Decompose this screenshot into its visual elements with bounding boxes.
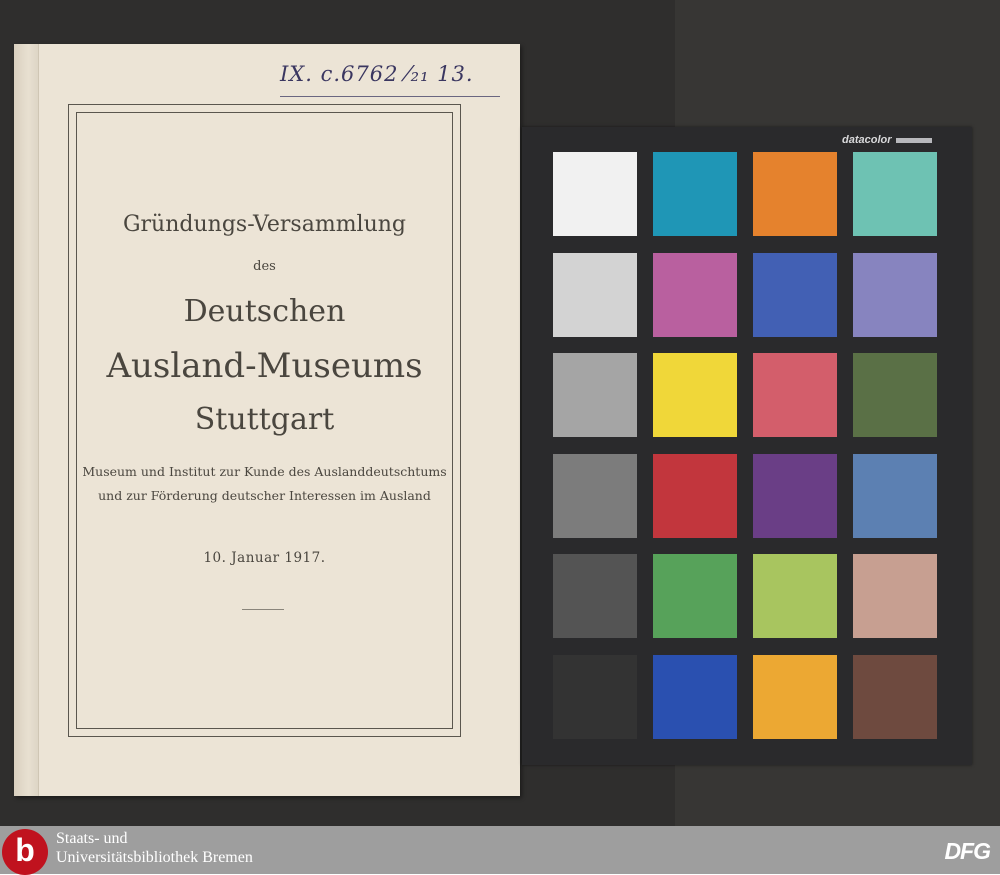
color-patch-r1-c3 [753,152,837,236]
color-patch-r5-c3 [753,554,837,638]
footer-bar: b Staats- und Universitätsbibliothek Bre… [0,826,1000,875]
color-patch-r4-c3 [753,453,837,538]
datacolor-bar-icon [895,137,932,143]
title-line-ausland-museums: Ausland-Museums [106,346,423,386]
color-patch-r4-c1 [553,453,637,538]
color-patch-r6-c2 [653,654,737,739]
datacolor-label: datacolor [842,134,892,146]
color-patch-r2-c3 [753,252,837,337]
color-patch-r5-c1 [553,554,637,638]
title-line-gruendungs: Gründungs-Versammlung [122,212,407,237]
decorative-rule [242,609,284,610]
color-patch-r3-c1 [553,353,637,437]
color-patch-r3-c3 [753,353,837,437]
title-line-des: des [253,259,276,274]
color-patch-r5-c4 [853,554,937,638]
color-patch-r1-c2 [653,152,737,236]
library-logo-icon: b [2,829,48,875]
color-patch-r1-c4 [853,152,937,236]
color-patch-r3-c2 [653,353,737,437]
color-patch-r2-c4 [853,252,937,337]
subtitle-line-1: Museum und Institut zur Kunde des Auslan… [82,464,447,479]
subtitle-line-2: und zur Förderung deutscher Interessen i… [98,488,431,503]
booklet-spine [14,44,39,796]
color-patch-r2-c1 [553,252,637,337]
library-name-line2: Universitätsbibliothek Bremen [56,849,253,866]
datacolor-logo: datacolor [842,133,932,147]
title-line-stuttgart: Stuttgart [194,402,335,437]
library-name-line1: Staats- und [56,830,128,847]
shelf-call-number: IX. c.6762 ⁄₂₁ 13. [280,62,500,97]
dfg-logo: DFG [944,838,991,864]
library-name: Staats- und Universitätsbibliothek Breme… [56,829,253,867]
color-patch-r2-c2 [653,252,737,337]
title-line-deutschen: Deutschen [183,294,346,329]
color-patch-r4-c4 [853,453,937,538]
color-patch-r4-c2 [653,453,737,538]
color-patch-r5-c2 [653,554,737,638]
color-patch-r6-c3 [753,654,837,739]
color-patch-r6-c4 [853,654,937,739]
color-checker-card: datacolor [522,127,972,765]
color-patch-r1-c1 [553,152,637,236]
color-patch-r3-c4 [853,353,937,437]
library-logo-letter: b [15,832,35,868]
publication-date: 10. Januar 1917. [203,550,326,566]
color-patch-r6-c1 [553,654,637,739]
